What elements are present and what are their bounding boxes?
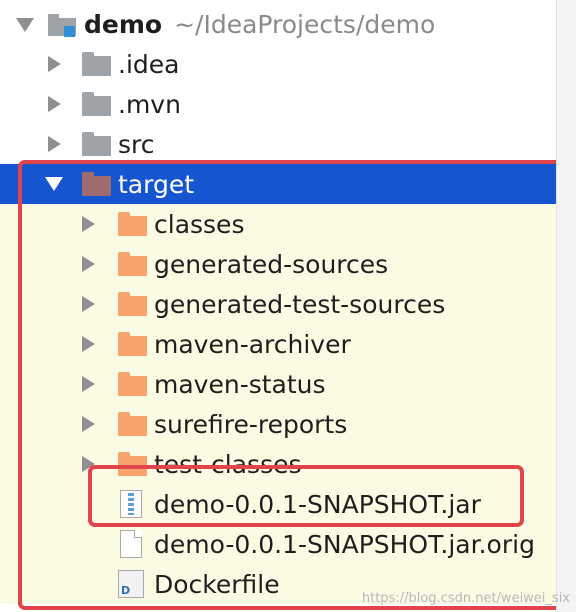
watermark: https://blog.csdn.net/weiwei_six bbox=[361, 591, 570, 606]
collapse-arrow-icon[interactable] bbox=[16, 18, 34, 32]
folder-icon bbox=[82, 92, 111, 116]
project-name: demo bbox=[84, 9, 163, 39]
folder-icon bbox=[82, 52, 111, 76]
expand-arrow-icon[interactable] bbox=[48, 56, 61, 72]
tree-row-src[interactable]: src bbox=[0, 124, 556, 164]
project-tree: demo ~/IdeaProjects/demo .idea .mvn src t… bbox=[0, 0, 572, 612]
tree-row-mvn[interactable]: .mvn bbox=[0, 84, 556, 124]
target-highlight-box bbox=[18, 160, 572, 610]
folder-icon bbox=[82, 132, 111, 156]
project-path: ~/IdeaProjects/demo bbox=[174, 9, 436, 39]
tree-row-demo[interactable]: demo ~/IdeaProjects/demo bbox=[0, 4, 556, 44]
vertical-scrollbar[interactable] bbox=[556, 0, 576, 612]
module-folder-icon bbox=[48, 14, 78, 37]
tree-row-idea[interactable]: .idea bbox=[0, 44, 556, 84]
tree-label: .mvn bbox=[118, 89, 181, 119]
tree-label: .idea bbox=[118, 49, 180, 79]
jar-highlight-box bbox=[88, 465, 524, 527]
expand-arrow-icon[interactable] bbox=[48, 96, 61, 112]
tree-label: src bbox=[118, 129, 155, 159]
expand-arrow-icon[interactable] bbox=[48, 136, 61, 152]
